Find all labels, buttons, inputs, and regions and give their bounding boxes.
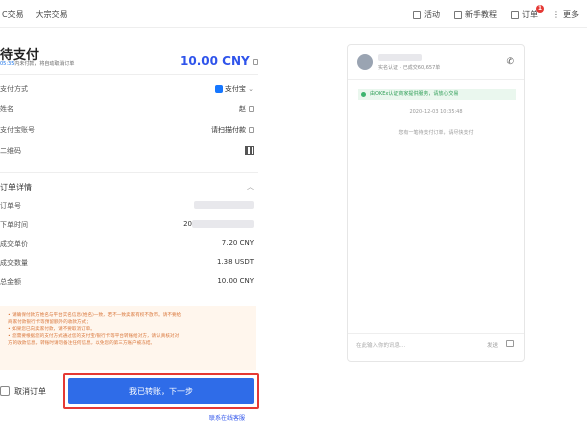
total-amount-value: 10.00 CNY [217, 277, 254, 285]
chat-panel: 实名认证 · 已成交60,657单 ✆ 由OKEx认证商家提供服务，请放心交易 … [347, 44, 525, 362]
warning-line: • 如果您已向卖家付款，请不要取消订单。 [8, 327, 95, 332]
divider [0, 172, 258, 173]
order-time-label: 下单时间 [0, 221, 28, 229]
payee-name-row: 姓名 赵 [0, 104, 254, 116]
countdown-timer: 05:35 [0, 61, 15, 67]
system-message: 您有一笔待支付订单，请尽快支付 [398, 130, 474, 136]
payment-warning: • 请确保付款方姓名与平台实名信息(姓名)一致，若不一致卖家有权不放币。请不要给… [0, 306, 256, 370]
nav-activity[interactable]: 活动 [413, 9, 440, 20]
divider [0, 74, 258, 75]
warning-line: • 您需要根据您的支付方式通过您的支付宝/银行卡等平台转账给对方，请认真核对对 [8, 334, 180, 339]
merchant-meta: 实名认证 · 已成交60,657单 [378, 65, 441, 71]
alipay-icon [214, 85, 223, 93]
cancel-order-label: 取消订单 [14, 386, 46, 396]
total-amount-label: 总金额 [0, 278, 21, 286]
merchant-name [378, 53, 422, 61]
quantity-label: 成交数量 [0, 259, 28, 267]
warning-line: 方的收款信息，转账时请勿备注任何信息，以免您的第三方账户被冻结。 [8, 341, 156, 346]
qr-code-label: 二维码 [0, 147, 21, 155]
redacted-value [194, 201, 254, 209]
phone-icon[interactable]: ✆ [506, 57, 514, 67]
alipay-account-label: 支付宝账号 [0, 126, 35, 134]
order-time-row: 下单时间 20 [0, 220, 254, 232]
contact-support-link[interactable]: 联系在线客服 [209, 413, 245, 422]
unit-price-row: 成交单价 7.20 CNY [0, 239, 254, 251]
nav-tutorial[interactable]: 新手教程 [454, 9, 497, 20]
book-icon [454, 10, 462, 19]
order-id-value [194, 201, 254, 209]
nav-activity-label: 活动 [424, 10, 440, 19]
qr-code-value[interactable] [245, 146, 254, 157]
payment-method-row[interactable]: 支付方式 支付宝 ⌄ [0, 84, 254, 96]
merchant-notice: 由OKEx认证商家提供服务，请放心交易 [358, 89, 516, 100]
payment-method-text: 支付宝 [224, 85, 246, 93]
redacted-value [378, 53, 422, 61]
unit-price-label: 成交单价 [0, 240, 28, 248]
warning-line: • 请确保付款方姓名与平台实名信息(姓名)一致，若不一致卖家有权不放币。请不要给 [8, 313, 182, 318]
order-count-badge: 1 [536, 5, 544, 13]
quantity-row: 成交数量 1.38 USDT [0, 258, 254, 270]
nav-orders[interactable]: 订单 1 [511, 5, 544, 20]
qr-code-icon[interactable] [245, 146, 254, 155]
chevron-up-icon[interactable]: ︿ [247, 182, 254, 192]
qr-code-row: 二维码 [0, 146, 254, 158]
top-navigation: C交易 大宗交易 活动 新手教程 订单 1 ⋮ 更多 [0, 0, 587, 28]
nav-more-label: 更多 [563, 10, 579, 19]
verified-badge: 实名认证 [378, 65, 399, 71]
payee-name-text: 赵 [239, 105, 246, 113]
send-button[interactable]: 发送 [487, 341, 498, 349]
top-nav-right: 活动 新手教程 订单 1 ⋮ 更多 [413, 5, 579, 20]
divider [348, 79, 524, 80]
chevron-down-icon: ⌄ [248, 85, 254, 93]
payee-name-label: 姓名 [0, 105, 14, 113]
more-icon: ⋮ [552, 10, 560, 19]
countdown-suffix: 内未付款，将自动取消订单 [14, 61, 75, 67]
payment-method-label: 支付方式 [0, 85, 28, 93]
total-amount-row: 总金额 10.00 CNY [0, 277, 254, 289]
image-upload-icon[interactable] [506, 340, 514, 347]
order-id-row: 订单号 [0, 201, 254, 213]
unit-price-value: 7.20 CNY [221, 239, 254, 247]
copy-icon[interactable] [252, 58, 258, 65]
top-nav-left: C交易 大宗交易 [2, 9, 68, 20]
alipay-account-row: 支付宝账号 请扫描付款 [0, 125, 254, 137]
payment-method-value[interactable]: 支付宝 ⌄ [214, 84, 254, 94]
nav-more[interactable]: ⋮ 更多 [552, 9, 579, 20]
confirm-transfer-button[interactable]: 我已转账，下一步 [68, 378, 254, 404]
alipay-account-text: 请扫描付款 [211, 126, 246, 134]
order-details-title: 订单详情 [0, 183, 32, 192]
document-icon [511, 10, 519, 19]
alipay-account-value: 请扫描付款 [211, 125, 254, 135]
trade-count: 已成交60,657单 [402, 65, 441, 71]
copy-icon[interactable] [249, 127, 254, 133]
payee-name-value: 赵 [239, 104, 254, 114]
order-time-text: 20 [183, 220, 192, 228]
nav-block-trade[interactable]: 大宗交易 [36, 9, 68, 20]
gift-icon [413, 10, 421, 19]
confirm-button-highlight: 我已转账，下一步 [63, 373, 259, 409]
nav-tutorial-label: 新手教程 [465, 10, 497, 19]
chat-timestamp: 2020-12-03 10:35:48 [409, 109, 463, 115]
chat-input[interactable]: 在此输入你的讯息... [356, 341, 405, 349]
divider [348, 333, 524, 334]
avatar [357, 54, 373, 70]
order-amount: 10.00 CNY [180, 54, 258, 68]
warning-line: 商家付款银行卡等预留额外的收款方式； [8, 320, 91, 325]
amount-value: 10.00 CNY [180, 54, 250, 68]
close-icon [0, 386, 10, 396]
countdown-text: 05:35内未付款，将自动取消订单 [0, 60, 74, 67]
copy-icon[interactable] [249, 106, 254, 112]
quantity-value: 1.38 USDT [216, 258, 254, 266]
order-id-label: 订单号 [0, 202, 21, 210]
redacted-value [192, 220, 254, 228]
order-time-value: 20 [183, 220, 254, 228]
nav-c2c-trade[interactable]: C交易 [2, 9, 24, 20]
cancel-order-button[interactable]: 取消订单 [0, 380, 60, 402]
